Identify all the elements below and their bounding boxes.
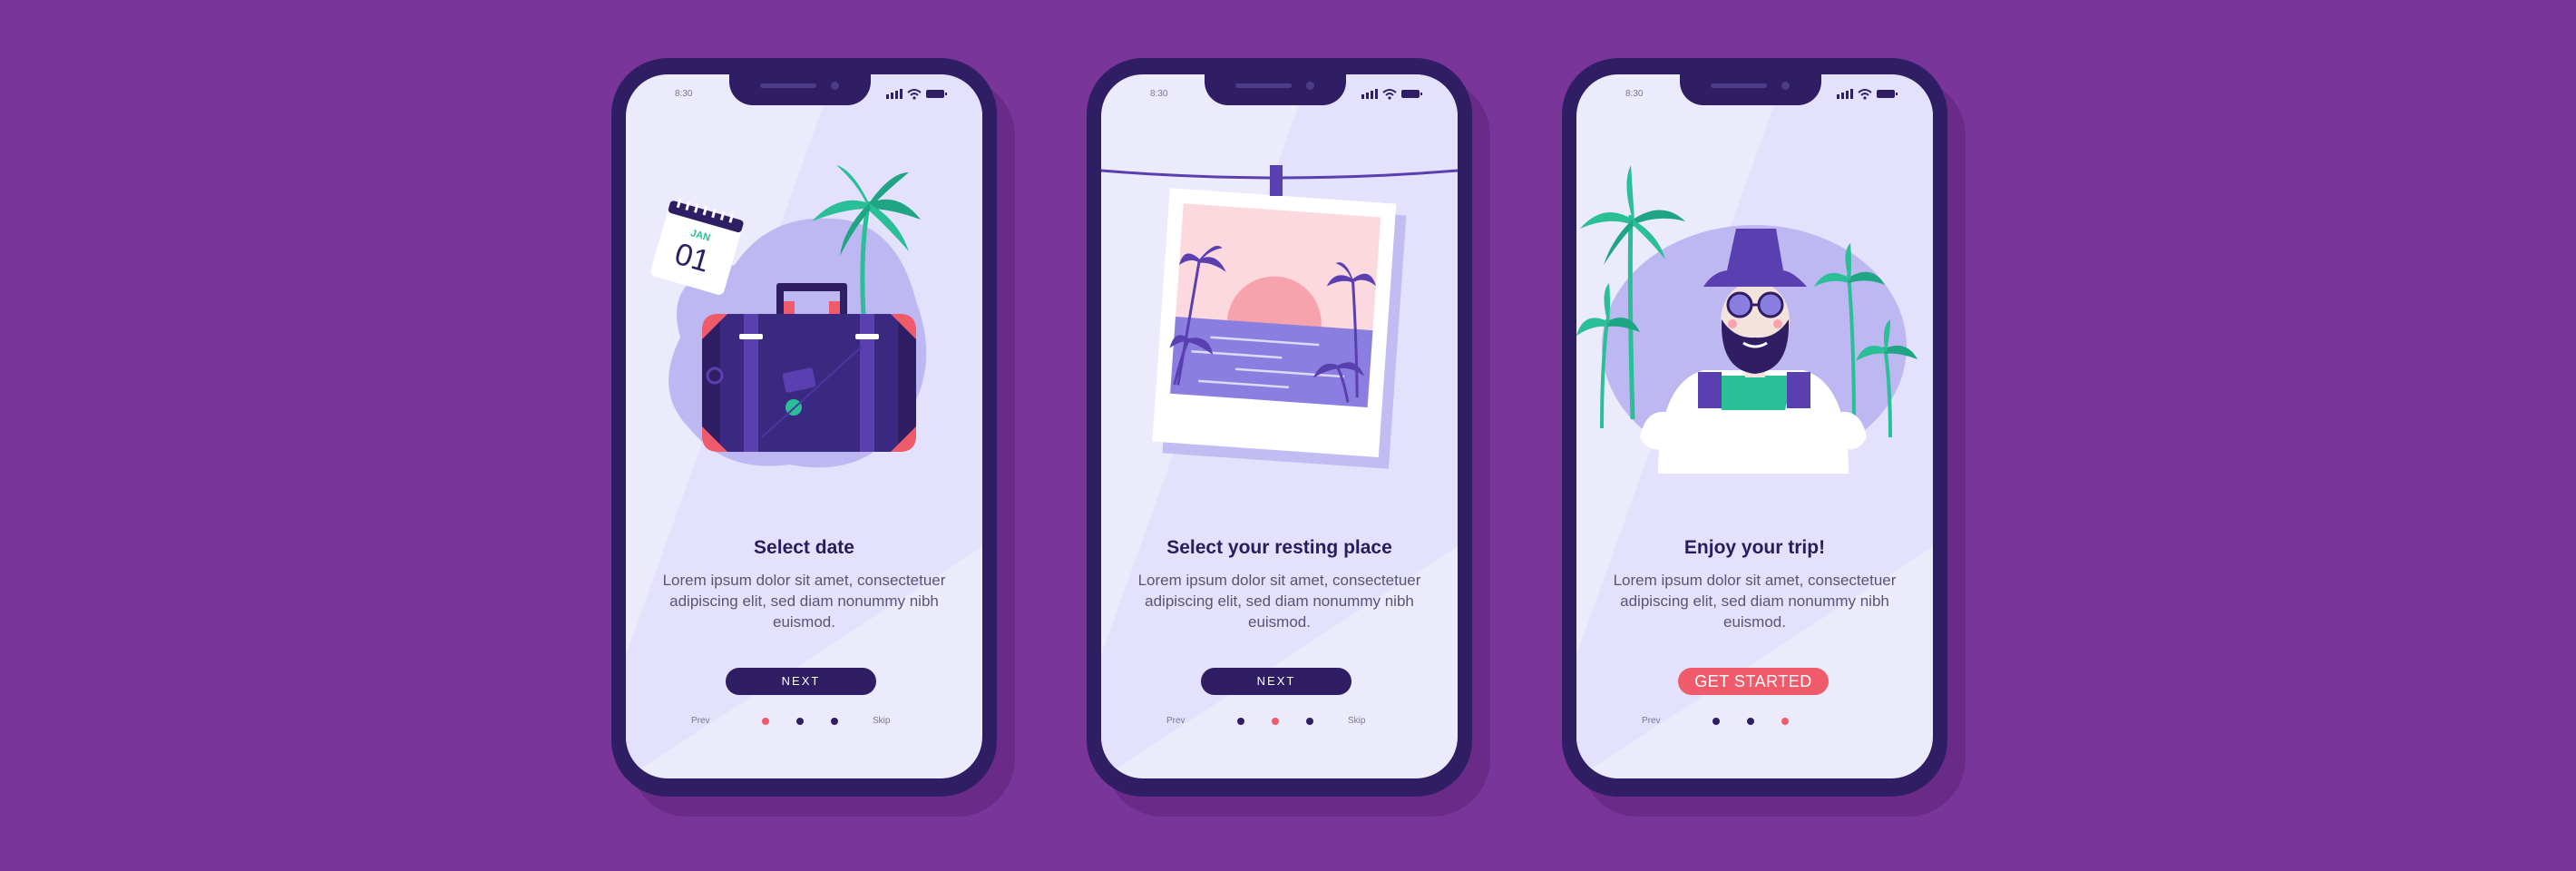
signal-icon xyxy=(886,89,903,99)
next-button[interactable]: NEXT xyxy=(1201,668,1351,695)
battery-icon xyxy=(1877,90,1898,98)
phone-frame: 8:30 xyxy=(611,58,997,797)
page-dot-2[interactable] xyxy=(796,718,804,725)
page-dot-3[interactable] xyxy=(1781,718,1789,725)
prev-link[interactable]: Prev xyxy=(691,716,710,726)
phone-screen: 8:30 xyxy=(1101,74,1458,778)
signal-icon xyxy=(1837,89,1853,99)
suitcase-illustration: JAN 01 xyxy=(650,165,927,468)
front-camera xyxy=(1306,82,1314,90)
signal-icon xyxy=(1361,89,1378,99)
page-dot-2[interactable] xyxy=(1747,718,1754,725)
phone-select-place: 8:30 Select your resting place Lorem ips… xyxy=(1087,58,1490,817)
prev-link[interactable]: Prev xyxy=(1642,716,1661,726)
skip-link[interactable]: Skip xyxy=(873,716,890,726)
wifi-icon xyxy=(907,89,922,100)
prev-link[interactable]: Prev xyxy=(1166,716,1186,726)
page-dot-1[interactable] xyxy=(762,718,769,725)
screen-title: Select date xyxy=(754,537,854,558)
page-dot-3[interactable] xyxy=(831,718,838,725)
phone-select-date: 8:30 JAN 01 Select date Lorem ipsum dolo… xyxy=(611,58,1015,817)
screen-title: Enjoy your trip! xyxy=(1683,537,1826,558)
front-camera xyxy=(1781,82,1790,90)
page-dot-1[interactable] xyxy=(1712,718,1720,725)
page-dot-2[interactable] xyxy=(1272,718,1279,725)
photo-polaroid xyxy=(1152,188,1407,469)
clothespin xyxy=(1270,165,1283,196)
status-time: 8:30 xyxy=(1625,89,1644,99)
speaker-grille xyxy=(760,83,816,88)
phone-notch xyxy=(729,74,871,105)
get-started-button[interactable]: GET STARTED xyxy=(1678,668,1829,695)
page-dot-3[interactable] xyxy=(1306,718,1313,725)
screen-description: Lorem ipsum dolor sit amet, consectetuer… xyxy=(662,572,946,631)
speaker-grille xyxy=(1235,83,1292,88)
phone-notch xyxy=(1680,74,1821,105)
status-time: 8:30 xyxy=(1150,89,1168,99)
traveler-illustration xyxy=(1576,165,1917,474)
screen-description: Lorem ipsum dolor sit amet, consectetuer… xyxy=(1137,572,1421,631)
page-dot-1[interactable] xyxy=(1237,718,1244,725)
speaker-grille xyxy=(1711,83,1767,88)
photo-illustration xyxy=(1101,165,1458,469)
wifi-icon xyxy=(1382,89,1397,100)
front-camera xyxy=(831,82,839,90)
status-bar-icons xyxy=(1837,89,1898,100)
battery-icon xyxy=(926,90,947,98)
phone-screen: 8:30 xyxy=(1576,74,1933,778)
battery-icon xyxy=(1401,90,1422,98)
phone-frame: 8:30 xyxy=(1562,58,1947,797)
phone-notch xyxy=(1205,74,1346,105)
phone-frame: 8:30 xyxy=(1087,58,1472,797)
screen-description: Lorem ipsum dolor sit amet, consectetuer… xyxy=(1613,572,1897,631)
phone-screen: 8:30 xyxy=(626,74,982,778)
status-bar-icons xyxy=(886,89,947,100)
next-button[interactable]: NEXT xyxy=(726,668,876,695)
status-time: 8:30 xyxy=(675,89,693,99)
skip-link[interactable]: Skip xyxy=(1348,716,1365,726)
wifi-icon xyxy=(1858,89,1872,100)
status-bar-icons xyxy=(1361,89,1422,100)
screen-title: Select your resting place xyxy=(1166,537,1392,558)
phone-enjoy-trip: 8:30 Enjoy your trip! Lorem ipsum dolor … xyxy=(1562,58,1966,817)
